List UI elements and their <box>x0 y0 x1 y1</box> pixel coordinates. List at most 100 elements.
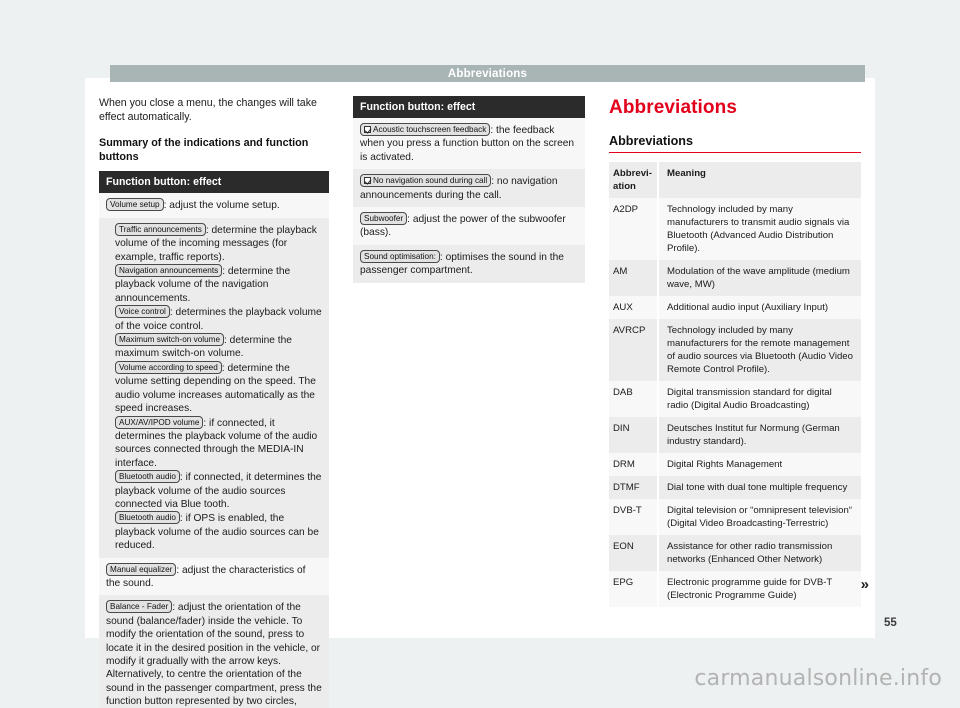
cell-abbreviation: DIN <box>613 423 630 435</box>
list-item: Traffic announcements: determine the pla… <box>115 222 322 264</box>
continuation-arrow-icon: » <box>860 576 869 593</box>
chip-label: Manual equalizer <box>110 564 173 574</box>
cell-meaning: Digital television or “omnipresent telev… <box>657 499 861 536</box>
chip-label: Bluetooth audio <box>119 472 176 482</box>
left-table-header: Function button: effect <box>99 171 329 194</box>
page-columns: When you close a menu, the changes will … <box>85 96 875 708</box>
table-row: Subwoofer: adjust the power of the subwo… <box>353 207 585 245</box>
cell-meaning: Deutsches Institut fur Normung (German i… <box>657 417 861 454</box>
chip-label: Voice control <box>119 307 166 317</box>
table-row: Volume setup: adjust the volume setup. <box>99 193 329 218</box>
table-row: DTMF Dial tone with dual tone multiple f… <box>609 476 861 500</box>
table-row: AVRCP Technology included by many manufa… <box>609 319 861 382</box>
function-button-chip[interactable]: Manual equalizer <box>106 562 177 576</box>
table-row: DVB-T Digital television or “omnipresent… <box>609 499 861 536</box>
chip-label: Bluetooth audio <box>119 513 176 523</box>
function-button-chip[interactable]: Traffic announcements <box>115 222 206 236</box>
function-button-chip[interactable]: Sound optimisation: <box>360 249 440 263</box>
function-button-chip[interactable]: Balance - Fader <box>106 600 173 614</box>
section-title: Abbreviations <box>609 134 693 148</box>
function-button-chip[interactable]: Volume according to speed <box>115 360 222 374</box>
list-item: AUX/AV/IPOD volume: if connected, it det… <box>115 415 322 471</box>
chip-label: Volume according to speed <box>119 362 218 372</box>
list-item: Voice control: determines the playback v… <box>115 305 322 333</box>
table-row: EON Assistance for other radio transmiss… <box>609 535 861 572</box>
cell-abbreviation: AUX <box>613 302 633 314</box>
page-number: 55 <box>884 617 897 629</box>
cell-abbreviation: EPG <box>613 577 634 589</box>
table-row: Sound optimisation:: optimises the sound… <box>353 244 585 283</box>
abbreviations-table: Abbrevi-ation Meaning A2DP Technology in… <box>609 162 861 608</box>
cell-meaning: Assistance for other radio transmission … <box>657 535 861 572</box>
checkbox-icon <box>364 177 371 185</box>
page-viewport: Abbreviations When you close a menu, the… <box>0 0 960 708</box>
table-row: Acoustic touchscreen feedback: the feedb… <box>353 118 585 170</box>
table-row: AM Modulation of the wave amplitude (med… <box>609 260 861 297</box>
chip-label: AUX/AV/IPOD volume <box>119 417 200 427</box>
table-row: DIN Deutsches Institut fur Normung (Germ… <box>609 417 861 454</box>
intro-text: When you close a menu, the changes will … <box>99 97 317 124</box>
chip-label: Sound optimisation: <box>364 251 436 261</box>
function-button-chip[interactable]: Bluetooth audio <box>115 511 180 525</box>
chip-label: No navigation sound during call <box>373 176 488 186</box>
column-header-meaning: Meaning <box>657 162 861 199</box>
running-head: Abbreviations <box>110 65 865 82</box>
table-row: DRM Digital Rights Management <box>609 453 861 477</box>
row-text: : adjust the orientation of the sound (b… <box>106 602 322 708</box>
function-button-chip[interactable]: Bluetooth audio <box>115 470 180 484</box>
cell-abbreviation: DTMF <box>613 482 640 494</box>
chip-label: Maximum switch-on volume <box>119 335 221 345</box>
column-header-abbreviation: Abbrevi-ation <box>613 168 652 193</box>
function-button-chip[interactable]: Maximum switch-on volume <box>115 333 225 347</box>
cell-meaning: Electronic programme guide for DVB-T (El… <box>657 571 861 608</box>
function-button-chip[interactable]: Acoustic touchscreen feedback <box>360 123 491 136</box>
table-row: Manual equalizer: adjust the characteris… <box>99 557 329 596</box>
table-row-group: Traffic announcements: determine the pla… <box>99 217 329 558</box>
chip-label: Acoustic touchscreen feedback <box>373 125 487 134</box>
column-left: When you close a menu, the changes will … <box>85 96 343 708</box>
list-item: Bluetooth audio: if connected, it determ… <box>115 470 322 511</box>
chip-label: Subwoofer <box>364 214 404 224</box>
cell-abbreviation: AVRCP <box>613 325 646 337</box>
cell-abbreviation: A2DP <box>613 204 639 216</box>
chip-label: Balance - Fader <box>110 602 169 612</box>
running-head-label: Abbreviations <box>447 67 528 80</box>
table-row: DAB Digital transmission standard for di… <box>609 381 861 418</box>
function-button-chip[interactable]: Voice control <box>115 305 170 319</box>
function-button-chip[interactable]: Subwoofer <box>360 212 408 226</box>
function-button-chip[interactable]: AUX/AV/IPOD volume <box>115 415 204 429</box>
cell-abbreviation: DRM <box>613 459 635 471</box>
row-text: : adjust the volume setup. <box>163 200 280 212</box>
cell-meaning: Additional audio input (Auxiliary Input) <box>657 296 861 320</box>
checkbox-icon <box>364 126 371 133</box>
cell-meaning: Digital transmission standard for digita… <box>657 381 861 418</box>
chapter-title: Abbreviations <box>609 97 737 118</box>
column-middle: Function button: effect Acoustic touchsc… <box>343 96 595 636</box>
cell-abbreviation: DAB <box>613 387 633 399</box>
list-item: Navigation announcements: determine the … <box>115 264 322 305</box>
cell-abbreviation: AM <box>613 266 628 278</box>
cell-meaning: Modulation of the wave amplitude (medium… <box>657 260 861 297</box>
table-row: EPG Electronic programme guide for DVB-T… <box>609 571 861 608</box>
middle-table-header: Function button: effect <box>353 96 585 118</box>
cell-abbreviation: EON <box>613 541 634 553</box>
table-header-row: Abbrevi-ation Meaning <box>609 162 861 199</box>
list-item: Maximum switch-on volume: determine the … <box>115 333 322 361</box>
cell-meaning: Dial tone with dual tone multiple freque… <box>657 476 861 500</box>
table-row: Balance - Fader: adjust the orientation … <box>99 595 329 708</box>
function-button-chip[interactable]: Navigation announcements <box>115 264 223 278</box>
watermark: carmanualsonline.info <box>694 666 942 691</box>
chip-label: Traffic announcements <box>119 224 202 234</box>
function-button-chip[interactable]: No navigation sound during call <box>360 174 492 188</box>
table-row: No navigation sound during call: no navi… <box>353 169 585 208</box>
cell-meaning: Digital Rights Management <box>657 453 861 477</box>
function-button-chip[interactable]: Volume setup <box>106 198 164 212</box>
table-row: AUX Additional audio input (Auxiliary In… <box>609 296 861 320</box>
cell-abbreviation: DVB-T <box>613 505 642 517</box>
chip-label: Navigation announcements <box>119 266 219 276</box>
table-row: A2DP Technology included by many manufac… <box>609 198 861 261</box>
left-section-heading: Summary of the indications and function … <box>99 137 309 164</box>
list-item: Bluetooth audio: if OPS is enabled, the … <box>115 511 322 552</box>
